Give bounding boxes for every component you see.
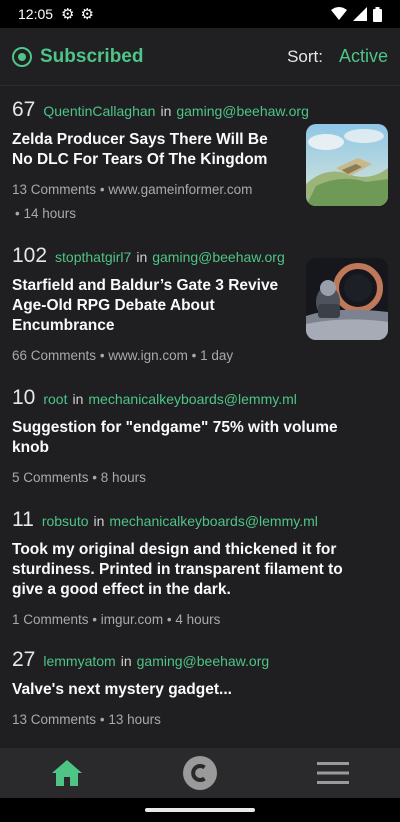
post-item[interactable]: 11 robsuto in mechanicalkeyboards@lemmy.… [0, 496, 400, 636]
post-item[interactable]: 27 lemmyatom in gaming@beehaw.org Valve'… [0, 636, 400, 742]
post-domain[interactable]: www.ign.com [108, 348, 188, 363]
post-community[interactable]: gaming@beehaw.org [176, 103, 309, 119]
post-thumbnail[interactable] [306, 124, 388, 206]
post-comments[interactable]: 13 Comments [12, 182, 96, 197]
signal-icon [353, 7, 367, 21]
post-title[interactable]: Took my original design and thickened it… [12, 540, 388, 600]
post-meta: 10 root in mechanicalkeyboards@lemmy.ml [12, 386, 388, 410]
gear-icon: ⚙ [80, 6, 94, 23]
post-community[interactable]: gaming@beehaw.org [137, 653, 270, 669]
post-author[interactable]: QuentinCallaghan [43, 103, 155, 119]
post-meta: 11 robsuto in mechanicalkeyboards@lemmy.… [12, 508, 388, 532]
post-title[interactable]: Zelda Producer Says There Will Be No DLC… [12, 130, 290, 170]
post-time: 8 hours [100, 470, 146, 485]
post-author[interactable]: robsuto [42, 513, 89, 529]
post-score: 67 [12, 98, 36, 121]
post-author[interactable]: root [43, 391, 67, 407]
subscribed-icon[interactable] [12, 46, 32, 67]
post-comments[interactable]: 66 Comments [12, 348, 96, 363]
post-item[interactable]: 102 stopthatgirl7 in gaming@beehaw.org S… [0, 232, 400, 374]
post-title[interactable]: Suggestion for "endgame" 75% with volume… [12, 418, 388, 458]
post-author[interactable]: lemmyatom [43, 653, 115, 669]
post-title[interactable]: Valve's next mystery gadget... [12, 680, 388, 700]
separator: • [92, 612, 98, 627]
post-comments[interactable]: 5 Comments [12, 470, 89, 485]
gear-icon: ⚙ [61, 6, 75, 23]
post-community[interactable]: gaming@beehaw.org [152, 249, 285, 265]
post-community[interactable]: mechanicalkeyboards@lemmy.ml [88, 391, 296, 407]
post-item[interactable]: 67 QuentinCallaghan in gaming@beehaw.org… [0, 86, 400, 232]
post-info: 13 Comments • www.gameinformer.com • 14 … [12, 178, 290, 226]
post-in: in [160, 103, 172, 119]
post-meta: 67 QuentinCallaghan in gaming@beehaw.org [12, 98, 309, 122]
separator: • [99, 182, 105, 197]
app-header: Subscribed Sort: Active [0, 28, 400, 86]
post-title[interactable]: Starfield and Baldur’s Gate 3 Revive Age… [12, 276, 290, 336]
home-icon[interactable] [51, 759, 83, 787]
post-info: 66 Comments • www.ign.com • 1 day [12, 344, 290, 368]
post-item[interactable]: 10 root in mechanicalkeyboards@lemmy.ml … [0, 374, 400, 496]
separator: • [92, 470, 98, 485]
status-time: 12:05 [18, 6, 54, 22]
battery-icon [373, 6, 382, 22]
home-gesture-handle[interactable] [145, 808, 255, 812]
post-in: in [72, 391, 84, 407]
nav-home[interactable] [27, 748, 107, 798]
post-author[interactable]: stopthatgirl7 [55, 249, 131, 265]
separator: • [15, 206, 24, 221]
post-in: in [136, 249, 148, 265]
post-info: 1 Comments • imgur.com • 4 hours [12, 608, 388, 632]
post-time: 14 hours [23, 206, 77, 221]
post-domain[interactable]: www.gameinformer.com [108, 182, 252, 197]
post-feed[interactable]: 67 QuentinCallaghan in gaming@beehaw.org… [0, 86, 400, 748]
post-meta: 27 lemmyatom in gaming@beehaw.org [12, 648, 388, 672]
post-in: in [120, 653, 132, 669]
post-score: 10 [12, 386, 36, 409]
sort-label: Sort: [287, 46, 323, 66]
bottom-nav [0, 748, 400, 798]
post-meta: 102 stopthatgirl7 in gaming@beehaw.org [12, 244, 290, 268]
sort-control[interactable]: Sort: Active [287, 46, 388, 67]
post-domain[interactable]: imgur.com [101, 612, 163, 627]
post-thumbnail[interactable] [306, 258, 388, 340]
separator: • [191, 348, 197, 363]
post-in: in [93, 513, 105, 529]
communities-icon[interactable] [182, 756, 217, 790]
separator: • [99, 712, 105, 727]
wifi-icon [331, 7, 347, 20]
menu-icon[interactable] [317, 762, 350, 784]
separator: • [99, 348, 105, 363]
post-community[interactable]: mechanicalkeyboards@lemmy.ml [109, 513, 317, 529]
post-score: 102 [12, 244, 48, 267]
post-info: 5 Comments • 8 hours [12, 466, 388, 490]
post-info: 13 Comments • 13 hours [12, 708, 388, 732]
separator: • [166, 612, 172, 627]
post-score: 11 [12, 508, 34, 531]
page-title[interactable]: Subscribed [40, 46, 143, 68]
status-bar: 12:05 ⚙ ⚙ [0, 0, 400, 28]
post-comments[interactable]: 13 Comments [12, 712, 96, 727]
sort-value[interactable]: Active [339, 46, 388, 67]
post-score: 27 [12, 648, 36, 671]
post-time: 1 day [200, 348, 234, 363]
post-time: 13 hours [108, 712, 161, 727]
post-comments[interactable]: 1 Comments [12, 612, 89, 627]
post-time: 4 hours [175, 612, 221, 627]
nav-communities[interactable] [160, 748, 240, 798]
nav-menu[interactable] [293, 748, 373, 798]
